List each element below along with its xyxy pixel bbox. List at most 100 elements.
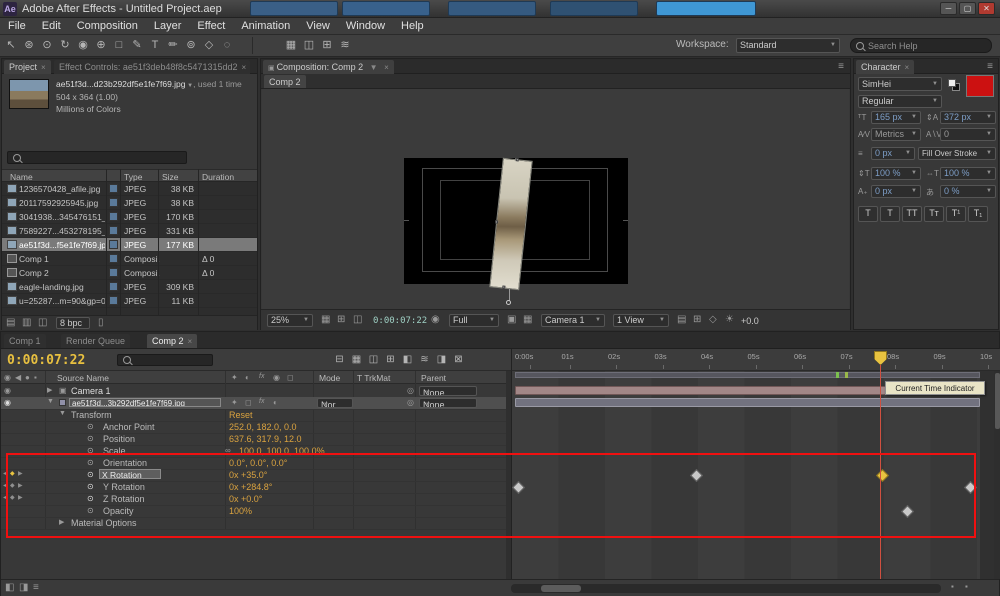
- tab-character[interactable]: Character×: [856, 60, 914, 74]
- property-label[interactable]: Orientation: [103, 458, 147, 468]
- composition-viewer[interactable]: [262, 89, 849, 309]
- pixel-aspect-icon[interactable]: ▤: [677, 314, 686, 325]
- close-button[interactable]: ✕: [978, 2, 995, 15]
- pick-whip-icon[interactable]: ◎: [407, 386, 414, 395]
- column-size[interactable]: Size: [162, 172, 179, 182]
- tool-hand-icon[interactable]: ⊛: [20, 37, 38, 54]
- project-row[interactable]: 20117592925945.jpgJPEG38 KB: [2, 196, 257, 210]
- group-label[interactable]: Material Options: [71, 518, 137, 528]
- solo-column-icon[interactable]: ●: [25, 373, 30, 382]
- menu-item-animation[interactable]: Animation: [233, 18, 298, 34]
- zoom-out-icon[interactable]: ▪: [951, 582, 954, 591]
- fill-mode-dropdown[interactable]: Fill Over Stroke▼: [918, 147, 996, 160]
- stopwatch-icon[interactable]: ⊙: [87, 482, 94, 491]
- keyframe-icon[interactable]: [901, 505, 914, 518]
- tool-zoom-icon[interactable]: ⊙: [38, 37, 56, 54]
- exposure-value[interactable]: +0.0: [741, 316, 759, 326]
- tab-project[interactable]: Project×: [4, 60, 51, 74]
- property-label[interactable]: Y Rotation: [103, 482, 145, 492]
- next-keyframe-icon[interactable]: ▶: [18, 470, 23, 477]
- stopwatch-icon[interactable]: ⊙: [87, 422, 94, 431]
- expand-in-out-icon[interactable]: ≡: [33, 582, 39, 593]
- next-keyframe-icon[interactable]: ▶: [18, 482, 23, 489]
- vertical-scrollbar[interactable]: [994, 371, 1000, 579]
- close-icon[interactable]: ×: [41, 63, 46, 72]
- label-color-swatch[interactable]: [109, 282, 118, 291]
- layer-handle[interactable]: [495, 220, 498, 223]
- layer-name[interactable]: Camera 1: [71, 386, 111, 396]
- region-of-interest-icon[interactable]: ◫: [353, 314, 362, 325]
- tsume-dropdown[interactable]: 0 %▼: [940, 185, 996, 198]
- stopwatch-icon[interactable]: ⊙: [87, 494, 94, 503]
- type-style-button[interactable]: Tт: [924, 206, 944, 222]
- interpret-footage-icon[interactable]: ▤: [6, 317, 15, 328]
- property-label[interactable]: Scale: [103, 446, 126, 456]
- project-search-field[interactable]: [7, 151, 187, 164]
- current-time-indicator-line[interactable]: [880, 363, 881, 579]
- panel-menu-icon[interactable]: ≡: [838, 61, 844, 72]
- keyframe-toggle-icon[interactable]: ◆: [10, 494, 15, 501]
- column-parent[interactable]: Parent: [421, 373, 446, 383]
- close-icon[interactable]: ×: [241, 63, 246, 72]
- tool-type-icon[interactable]: T: [146, 37, 164, 54]
- prev-keyframe-icon[interactable]: ◀: [3, 494, 8, 501]
- property-label-selected[interactable]: X Rotation: [99, 469, 161, 479]
- label-color-swatch[interactable]: [109, 296, 118, 305]
- new-composition-icon[interactable]: ◫: [38, 317, 47, 328]
- motion-blur-icon[interactable]: ◧: [399, 352, 416, 367]
- comp-marker[interactable]: [836, 372, 839, 378]
- transparency-grid-icon[interactable]: ▦: [523, 314, 532, 325]
- scrollbar-thumb[interactable]: [995, 373, 1000, 429]
- label-color-swatch[interactable]: [109, 212, 118, 221]
- tool-eraser-icon[interactable]: ◇: [200, 37, 218, 54]
- eye-icon[interactable]: ◉: [4, 386, 11, 395]
- parent-dropdown[interactable]: None▼: [419, 386, 477, 396]
- 3d-switch-icon[interactable]: ◐: [273, 398, 278, 407]
- motion-blur-switch-icon[interactable]: ◉: [273, 373, 280, 382]
- magnification-dropdown[interactable]: 25%▼: [267, 314, 313, 327]
- grid-icon[interactable]: ◫: [300, 37, 318, 54]
- 3d-switch-icon[interactable]: ◻: [287, 373, 294, 382]
- property-value[interactable]: 0.0°, 0.0°, 0.0°: [229, 458, 287, 468]
- expander-icon[interactable]: ▶: [47, 386, 52, 394]
- column-mode[interactable]: Mode: [319, 373, 340, 383]
- image-layer-bar[interactable]: [515, 398, 980, 407]
- menu-item-effect[interactable]: Effect: [189, 18, 233, 34]
- stroke-width-dropdown[interactable]: 0 px▼: [871, 147, 915, 160]
- tab-comp1[interactable]: Comp 1: [4, 334, 46, 348]
- project-row[interactable]: Comp 1Composi..nΔ 0: [2, 252, 257, 266]
- tab-render-queue[interactable]: Render Queue: [61, 334, 130, 348]
- menu-item-layer[interactable]: Layer: [146, 18, 190, 34]
- material-options-row[interactable]: ▶ Material Options: [1, 517, 506, 530]
- region-icon[interactable]: ▣: [507, 314, 516, 325]
- view-layout-dropdown[interactable]: 1 View▼: [613, 314, 669, 327]
- close-icon[interactable]: ×: [384, 63, 389, 72]
- timeline-timecode[interactable]: 0:00:07:22: [7, 353, 85, 368]
- column-duration[interactable]: Duration: [202, 172, 234, 182]
- tab-comp2[interactable]: Comp 2×: [147, 334, 197, 348]
- expander-icon[interactable]: ▼: [59, 410, 66, 417]
- leading-dropdown[interactable]: 372 px▼: [940, 111, 996, 124]
- shy-switch-icon[interactable]: ✦: [231, 398, 238, 407]
- property-value[interactable]: 100.0, 100.0, 100.0%: [239, 446, 325, 456]
- property-value[interactable]: 637.6, 317.9, 12.0: [229, 434, 302, 444]
- current-time-display[interactable]: 0:00:07:22: [373, 316, 427, 326]
- effects-switch-icon[interactable]: fx: [259, 398, 264, 405]
- label-color-swatch[interactable]: [109, 198, 118, 207]
- comp-marker[interactable]: [845, 372, 848, 378]
- font-style-dropdown[interactable]: Regular▼: [858, 95, 942, 108]
- effects-switch-icon[interactable]: fx: [259, 373, 264, 380]
- menu-item-view[interactable]: View: [298, 18, 338, 34]
- property-value[interactable]: 0x +0.0°: [229, 494, 262, 504]
- close-icon[interactable]: ×: [188, 337, 193, 346]
- tab-effect-controls[interactable]: Effect Controls: ae51f3deb48f8c5471315dd…: [54, 60, 250, 74]
- project-row[interactable]: 1236570428_afile.jpgJPEG38 KB: [2, 182, 257, 196]
- property-label[interactable]: Position: [103, 434, 135, 444]
- chevron-down-icon[interactable]: ▼: [186, 83, 194, 89]
- lock-column-icon[interactable]: ▪: [34, 373, 37, 382]
- draft-3d-icon[interactable]: ▦: [348, 352, 365, 367]
- expand-layer-switches-icon[interactable]: ◧: [5, 582, 14, 593]
- type-style-button[interactable]: T: [858, 206, 878, 222]
- stroke-fill-swatches[interactable]: [948, 79, 961, 92]
- snapshot-icon[interactable]: ◉: [431, 314, 440, 325]
